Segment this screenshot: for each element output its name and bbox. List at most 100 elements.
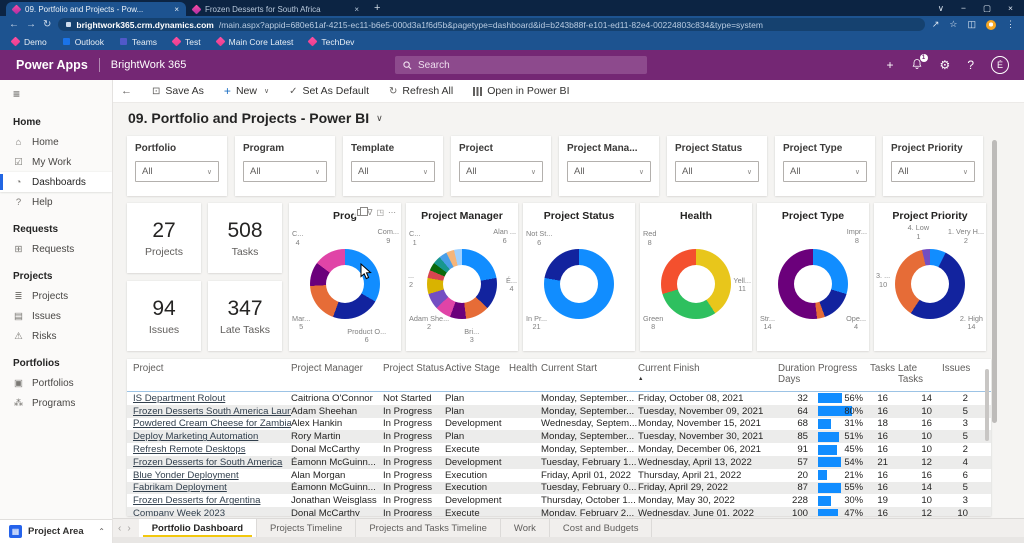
sidebar-item-issues[interactable]: ▤Issues [0, 306, 112, 326]
minimize-button[interactable]: − [961, 3, 966, 14]
bookmark-item[interactable]: Main Core Latest [217, 37, 294, 47]
global-search-input[interactable]: Search [395, 56, 647, 74]
project-link[interactable]: Company Week 2023 [133, 508, 225, 516]
tab-groups-icon[interactable]: ◫ [967, 19, 976, 30]
focus-mode-icon[interactable]: ◳ [376, 208, 384, 217]
donut-ring[interactable] [661, 249, 731, 319]
bookmark-item[interactable]: Demo [12, 37, 47, 47]
bookmark-item[interactable]: Test [173, 37, 201, 47]
browser-tab[interactable]: Frozen Desserts for South Africa× [186, 2, 366, 16]
power-apps-logo[interactable]: Power Apps [16, 58, 88, 72]
dashboard-scrollbar[interactable] [992, 140, 997, 423]
column-header-project-status[interactable]: Project Status [383, 363, 445, 374]
browser-tab[interactable]: 09. Portfolio and Projects - Pow...× [6, 2, 186, 16]
project-link[interactable]: Fabrikam Deployment [133, 482, 227, 493]
column-header-duration-days[interactable]: Duration Days [778, 363, 818, 386]
filter-dropdown[interactable]: All∨ [783, 161, 867, 182]
filter-dropdown[interactable]: All∨ [243, 161, 327, 182]
back-icon[interactable]: ← [9, 19, 19, 30]
column-header-project[interactable]: Project [133, 363, 291, 374]
filter-dropdown[interactable]: All∨ [891, 161, 975, 182]
chart-title: Project Manager [406, 210, 518, 222]
copy-icon[interactable] [357, 209, 363, 216]
area-switcher[interactable]: ▦ Project Area ⌃ [0, 519, 113, 543]
app-name[interactable]: BrightWork 365 [111, 59, 187, 71]
browser-profile-avatar[interactable] [986, 20, 996, 30]
sidebar-item-dashboards[interactable]: ◔Dashboards [0, 172, 112, 192]
project-link[interactable]: IS Department Rolout [133, 393, 225, 404]
filter-dropdown[interactable]: All∨ [567, 161, 651, 182]
column-header-late-tasks[interactable]: Late Tasks [898, 363, 942, 386]
sidebar-item-portfolios[interactable]: ▣Portfolios [0, 373, 112, 393]
page-back-icon[interactable]: ← [121, 85, 132, 97]
report-tab-work[interactable]: Work [501, 519, 550, 537]
project-link[interactable]: Deploy Marketing Automation [133, 431, 258, 442]
donut-ring[interactable] [427, 249, 497, 319]
command-new[interactable]: +New∨ [214, 80, 279, 102]
new-tab-button[interactable]: + [374, 2, 380, 14]
project-link[interactable]: Frozen Desserts for Argentina [133, 495, 260, 506]
forward-icon[interactable]: → [26, 19, 36, 30]
report-tab-projects-and-tasks-timeline[interactable]: Projects and Tasks Timeline [356, 519, 501, 537]
command-set-as-default[interactable]: ✓Set As Default [279, 80, 379, 102]
sidebar-item-requests[interactable]: ⊞Requests [0, 239, 112, 259]
hamburger-menu-icon[interactable]: ≡ [0, 80, 112, 105]
dashboard-selector-chevron-icon[interactable]: ∨ [376, 113, 383, 124]
settings-gear-icon[interactable]: ⚙ [940, 58, 951, 72]
sidebar-item-projects[interactable]: ≣Projects [0, 286, 112, 306]
sidebar-item-my-work[interactable]: ☑My Work [0, 152, 112, 172]
report-tab-cost-and-budgets[interactable]: Cost and Budgets [550, 519, 653, 537]
next-page-icon[interactable]: › [127, 523, 130, 534]
table-scrollbar[interactable] [985, 369, 989, 441]
bookmark-item[interactable]: Teams [120, 37, 157, 47]
project-link[interactable]: Powdered Cream Cheese for Zambia [133, 418, 291, 429]
donut-ring[interactable] [310, 249, 380, 319]
browser-menu-icon[interactable]: ⋮ [1006, 19, 1015, 30]
bookmark-item[interactable]: TechDev [309, 37, 354, 47]
bookmark-item[interactable]: Outlook [63, 37, 104, 47]
project-link[interactable]: Blue Yonder Deployment [133, 470, 239, 481]
column-header-tasks[interactable]: Tasks [870, 363, 898, 374]
report-tab-projects-timeline[interactable]: Projects Timeline [257, 519, 356, 537]
filter-dropdown[interactable]: All∨ [675, 161, 759, 182]
tab-search-icon[interactable]: ∨ [938, 3, 944, 14]
report-tab-portfolio-dashboard[interactable]: Portfolio Dashboard [139, 519, 257, 537]
share-icon[interactable]: ↗ [932, 19, 940, 30]
sidebar-item-help[interactable]: ?Help [0, 192, 112, 212]
donut-ring[interactable] [778, 249, 848, 319]
sidebar-item-risks[interactable]: ⚠Risks [0, 326, 112, 346]
sidebar-item-home[interactable]: ⌂Home [0, 132, 112, 152]
reload-icon[interactable]: ↻ [43, 19, 51, 30]
column-header-project-manager[interactable]: Project Manager [291, 363, 383, 374]
filter-dropdown[interactable]: All∨ [351, 161, 435, 182]
donut-ring[interactable] [544, 249, 614, 319]
command-save-as[interactable]: ⊡Save As [142, 80, 214, 102]
filter-dropdown[interactable]: All∨ [135, 161, 219, 182]
tab-close-icon[interactable]: × [354, 5, 359, 14]
column-header-health[interactable]: Health [509, 363, 541, 374]
command-open-in-power-bi[interactable]: Open in Power BI [463, 80, 579, 102]
column-header-active-stage[interactable]: Active Stage [445, 363, 509, 374]
filter-dropdown[interactable]: All∨ [459, 161, 543, 182]
bookmark-star-icon[interactable]: ☆ [949, 19, 957, 30]
tab-close-icon[interactable]: × [174, 5, 179, 14]
command-refresh-all[interactable]: ↻Refresh All [379, 80, 463, 102]
project-link[interactable]: Frozen Desserts South America Launch [133, 406, 291, 417]
project-link[interactable]: Refresh Remote Desktops [133, 444, 246, 455]
column-header-progress[interactable]: Progress [818, 363, 870, 374]
donut-ring[interactable] [895, 249, 965, 319]
column-header-issues[interactable]: Issues [942, 363, 978, 374]
user-avatar[interactable]: É [991, 56, 1009, 74]
restore-button[interactable]: ▢ [983, 3, 991, 14]
column-header-current-start[interactable]: Current Start [541, 363, 638, 374]
address-bar[interactable]: brightwork365.crm.dynamics.com/main.aspx… [58, 18, 924, 31]
sidebar-item-programs[interactable]: ⁂Programs [0, 393, 112, 413]
column-header-current-finish[interactable]: Current Finish▲ [638, 363, 778, 383]
add-icon[interactable]: + [887, 58, 894, 72]
more-options-icon[interactable]: ⋯ [388, 208, 396, 217]
help-icon[interactable]: ? [967, 58, 974, 72]
notifications-button[interactable]: 1 [911, 58, 923, 73]
project-link[interactable]: Frozen Desserts for South America [133, 457, 282, 468]
close-button[interactable]: × [1008, 3, 1013, 14]
prev-page-icon[interactable]: ‹ [118, 523, 121, 534]
